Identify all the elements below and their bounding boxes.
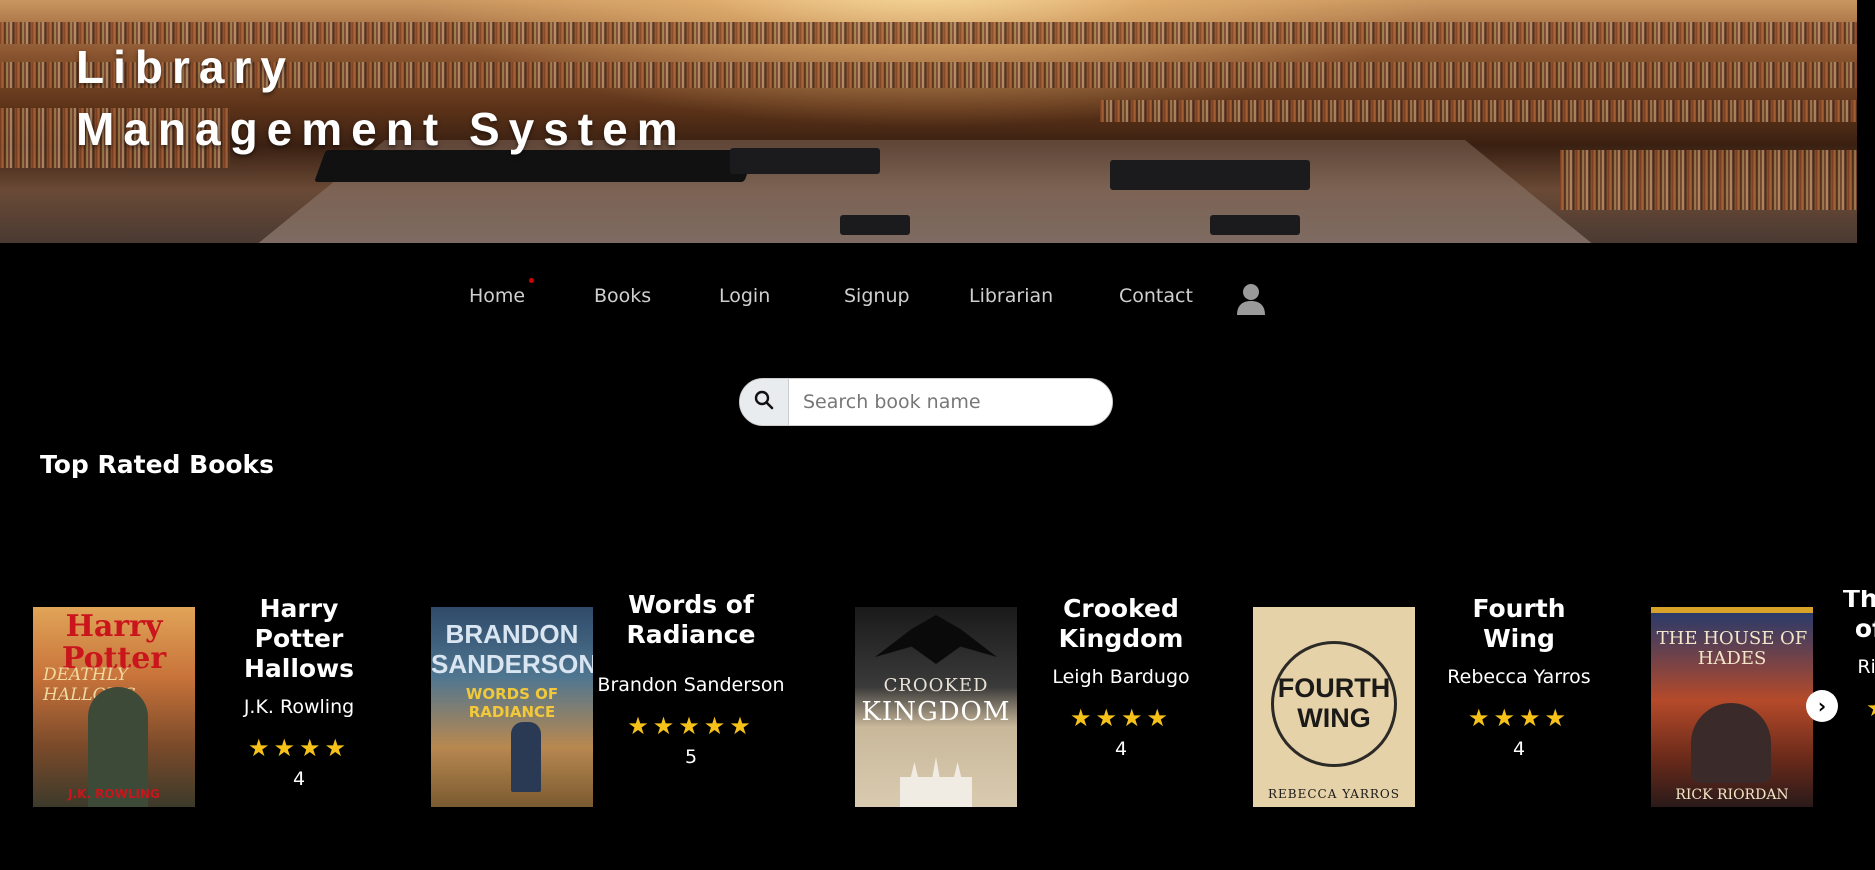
cover-subtitle: WORDS OF RADIANCE xyxy=(465,685,559,721)
banner-desk xyxy=(840,215,910,235)
book-author: Rick Riordan xyxy=(1857,656,1875,678)
search-bar xyxy=(739,378,1113,426)
book-cover[interactable]: FOURTH WING REBECCA YARROS xyxy=(1253,607,1415,807)
cover-title: FOURTH WING xyxy=(1277,673,1391,733)
cover-author: RICK RIORDAN xyxy=(1675,787,1789,803)
nav-signup[interactable]: Signup xyxy=(844,285,910,307)
carousel-next-button[interactable]: › xyxy=(1806,690,1838,722)
cover-title: BRANDON SANDERSON xyxy=(431,619,593,679)
main-nav: Home Books Login Signup Librarian Contac… xyxy=(0,285,1875,315)
banner-shelves xyxy=(1560,150,1857,210)
book-info: Harry Potter Hallows J.K. Rowling ★★★★ 4 xyxy=(213,594,385,792)
book-cover[interactable]: CROOKED KINGDOM xyxy=(855,607,1017,807)
site-title: Library Management System xyxy=(76,36,687,160)
book-title[interactable]: Harry Potter Hallows xyxy=(213,594,385,684)
book-author: Rebecca Yarros xyxy=(1447,666,1591,688)
book-rating: 4 xyxy=(292,768,306,790)
book-rating: 4 xyxy=(1114,738,1128,760)
book-title[interactable]: Words of Radiance xyxy=(591,590,791,650)
nav-librarian[interactable]: Librarian xyxy=(969,285,1053,307)
section-title: Top Rated Books xyxy=(40,450,275,479)
star-rating-icons: ★★★★ xyxy=(1069,704,1173,732)
cover-figure xyxy=(511,722,541,792)
search-input[interactable] xyxy=(789,379,1112,425)
cover-figure xyxy=(900,757,972,807)
banner-desk xyxy=(1110,160,1310,190)
banner-desk xyxy=(1210,215,1300,235)
banner-desk xyxy=(730,148,880,174)
book-author: Leigh Bardugo xyxy=(1052,666,1190,688)
cover-figure xyxy=(1691,703,1771,783)
cover-author: J.K. ROWLING xyxy=(68,787,160,801)
nav-books[interactable]: Books xyxy=(594,285,651,307)
book-info: Words of Radiance Brandon Sanderson ★★★★… xyxy=(591,590,791,770)
book-cover[interactable]: BRANDON SANDERSON WORDS OF RADIANCE xyxy=(431,607,593,807)
book-cover[interactable]: Harry Potter DEATHLY HALLOWS J.K. ROWLIN… xyxy=(33,607,195,807)
cover-subtitle: KINGDOM xyxy=(861,697,1011,727)
book-info: Fourth Wing Rebecca Yarros ★★★★ 4 xyxy=(1433,594,1605,762)
active-indicator-dot xyxy=(529,278,534,283)
site-title-line1: Library xyxy=(76,41,295,93)
banner-shelves xyxy=(1100,100,1857,122)
star-rating-icons: ★★★★★ xyxy=(627,712,755,740)
site-title-line2: Management System xyxy=(76,103,687,155)
chevron-right-icon: › xyxy=(1817,694,1827,718)
nav-login[interactable]: Login xyxy=(719,285,770,307)
book-cover[interactable]: THE HOUSE OF HADES RICK RIORDAN xyxy=(1651,607,1813,807)
search-button[interactable] xyxy=(740,379,789,425)
book-title[interactable]: The House of Hades xyxy=(1831,590,1875,644)
book-author: J.K. Rowling xyxy=(243,696,355,718)
book-info: Crooked Kingdom Leigh Bardugo ★★★★ 4 xyxy=(1035,594,1207,762)
star-rating-icons: ★★★★ xyxy=(1467,704,1571,732)
nav-home[interactable]: Home xyxy=(469,285,525,307)
book-rating: 5 xyxy=(684,746,698,768)
search-icon xyxy=(754,390,774,414)
cover-author: REBECCA YARROS xyxy=(1267,787,1400,801)
nav-contact[interactable]: Contact xyxy=(1119,285,1193,307)
cover-title: THE HOUSE OF HADES xyxy=(1656,628,1808,669)
header-banner: Library Management System xyxy=(0,0,1857,243)
star-rating-icons: ★★★★ xyxy=(247,734,351,762)
user-icon[interactable] xyxy=(1236,282,1266,316)
book-title[interactable]: Fourth Wing xyxy=(1433,594,1605,654)
cover-title: CROOKED xyxy=(883,675,989,696)
book-title[interactable]: Crooked Kingdom xyxy=(1035,594,1207,654)
book-rating: 4 xyxy=(1512,738,1526,760)
book-author: Brandon Sanderson xyxy=(597,674,785,696)
book-card[interactable]: THE HOUSE OF HADES RICK RIORDAN The Hous… xyxy=(1651,590,1875,820)
